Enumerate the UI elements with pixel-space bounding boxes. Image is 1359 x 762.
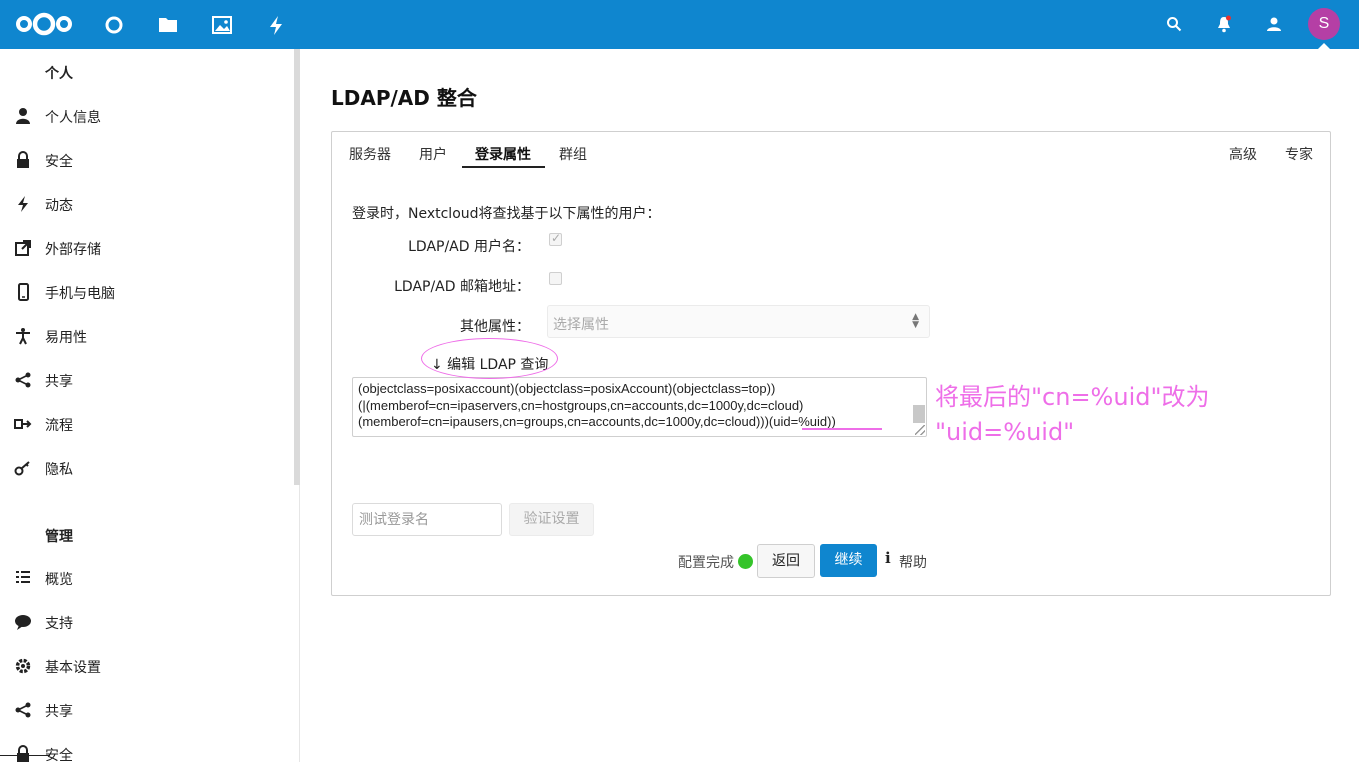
chat-icon bbox=[15, 615, 31, 630]
active-tab-indicator bbox=[462, 166, 545, 168]
sidebar-item-label: 共享 bbox=[45, 704, 73, 720]
tab-expert[interactable]: 专家 bbox=[1285, 144, 1313, 164]
lock-icon bbox=[17, 745, 29, 762]
activity-icon[interactable] bbox=[265, 14, 287, 36]
back-button[interactable]: 返回 bbox=[757, 544, 815, 578]
sidebar-item-label: 概览 bbox=[45, 572, 73, 588]
sidebar-item-label: 个人信息 bbox=[45, 110, 101, 126]
sidebar-item-devices[interactable]: 手机与电脑 bbox=[0, 273, 290, 313]
share-icon bbox=[15, 372, 31, 388]
sidebar-item-label: 隐私 bbox=[45, 462, 73, 478]
other-attributes-label: 其他属性： bbox=[460, 319, 530, 335]
photos-icon[interactable] bbox=[211, 14, 233, 36]
activity-icon bbox=[18, 196, 28, 212]
sidebar-item-flow[interactable]: 流程 bbox=[0, 405, 290, 445]
test-login-field[interactable] bbox=[352, 503, 502, 536]
sidebar-item-admin-security[interactable]: 安全 bbox=[0, 735, 290, 762]
annotation-text: "uid=%uid" bbox=[935, 418, 1075, 446]
status-text: 配置完成 bbox=[678, 555, 734, 571]
user-icon bbox=[16, 108, 30, 124]
sidebar-item-label: 外部存储 bbox=[45, 242, 101, 258]
sidebar-item-overview[interactable]: 概览 bbox=[0, 559, 290, 599]
flow-icon bbox=[14, 419, 32, 429]
contacts-icon[interactable] bbox=[1265, 16, 1283, 32]
sidebar-item-label: 动态 bbox=[45, 198, 73, 214]
page-title: LDAP/AD 整合 bbox=[331, 86, 477, 110]
sidebar-item-label: 易用性 bbox=[45, 330, 87, 346]
annotation-circle bbox=[421, 338, 558, 379]
sidebar-item-activity[interactable]: 动态 bbox=[0, 185, 290, 225]
tab-advanced[interactable]: 高级 bbox=[1229, 144, 1257, 164]
sidebar-item-label: 支持 bbox=[45, 616, 73, 632]
search-icon[interactable] bbox=[1166, 16, 1182, 32]
notifications-icon[interactable] bbox=[1216, 15, 1232, 33]
annotation-text: 将最后的"cn=%uid"改为 bbox=[935, 383, 1210, 411]
attribute-select[interactable]: 选择属性 ▲ ▼ bbox=[547, 305, 930, 338]
resize-handle-icon[interactable] bbox=[915, 425, 925, 435]
phone-icon bbox=[18, 283, 29, 301]
query-line: (memberof=cn=ipausers,cn=groups,cn=accou… bbox=[358, 414, 836, 429]
status-indicator-icon bbox=[738, 554, 753, 569]
test-login-input[interactable] bbox=[353, 504, 501, 535]
select-arrow-icon: ▲ ▼ bbox=[912, 312, 919, 330]
query-line: (|(memberof=cn=ipaservers,cn=hostgroups,… bbox=[358, 398, 804, 413]
external-link-icon bbox=[15, 240, 31, 256]
sidebar-item-support[interactable]: 支持 bbox=[0, 603, 290, 643]
nextcloud-logo[interactable] bbox=[14, 10, 74, 38]
select-placeholder: 选择属性 bbox=[553, 317, 609, 333]
dashboard-icon[interactable] bbox=[103, 14, 125, 36]
sidebar-item-privacy[interactable]: 隐私 bbox=[0, 449, 290, 489]
sidebar-item-label: 安全 bbox=[45, 154, 73, 170]
sidebar-item-label: 基本设置 bbox=[45, 660, 101, 676]
sidebar-item-admin-sharing[interactable]: 共享 bbox=[0, 691, 290, 731]
list-icon bbox=[16, 571, 30, 583]
sidebar-item-label: 安全 bbox=[45, 748, 73, 762]
tab-groups[interactable]: 群组 bbox=[559, 144, 587, 164]
sidebar-scrollbar[interactable] bbox=[294, 49, 300, 485]
query-line: (objectclass=posixaccount)(objectclass=p… bbox=[358, 381, 776, 396]
intro-text: 登录时，Nextcloud将查找基于以下属性的用户： bbox=[352, 206, 661, 222]
continue-button[interactable]: 继续 bbox=[820, 544, 877, 577]
tab-login-attributes[interactable]: 登录属性 bbox=[475, 144, 531, 164]
username-checkbox[interactable] bbox=[549, 231, 562, 246]
sidebar-item-basic-settings[interactable]: 基本设置 bbox=[0, 647, 290, 687]
sidebar-item-personal-info[interactable]: 个人信息 bbox=[0, 97, 290, 137]
sidebar-item-accessibility[interactable]: 易用性 bbox=[0, 317, 290, 357]
tab-server[interactable]: 服务器 bbox=[349, 144, 391, 164]
help-link[interactable]: 帮助 bbox=[899, 552, 927, 572]
sidebar-item-label: 手机与电脑 bbox=[45, 286, 115, 302]
key-icon bbox=[14, 461, 30, 476]
email-checkbox[interactable] bbox=[549, 272, 562, 285]
verify-settings-button[interactable]: 验证设置 bbox=[509, 503, 594, 536]
textarea-scrollbar[interactable] bbox=[913, 405, 925, 423]
files-icon[interactable] bbox=[157, 14, 179, 36]
info-icon[interactable]: i bbox=[885, 549, 891, 567]
sidebar-item-external-storage[interactable]: 外部存储 bbox=[0, 229, 290, 269]
lock-icon bbox=[17, 151, 29, 168]
sidebar-item-label: 流程 bbox=[45, 418, 73, 434]
sidebar-item-security[interactable]: 安全 bbox=[0, 141, 290, 181]
section-title-admin: 管理 bbox=[45, 529, 73, 545]
accessibility-icon bbox=[16, 328, 30, 345]
tab-users[interactable]: 用户 bbox=[419, 144, 447, 164]
sidebar-item-sharing[interactable]: 共享 bbox=[0, 361, 290, 401]
section-title-personal: 个人 bbox=[45, 66, 73, 82]
username-label: LDAP/AD 用户名： bbox=[408, 239, 530, 255]
gear-icon bbox=[15, 658, 31, 674]
user-avatar[interactable]: S bbox=[1308, 8, 1340, 40]
menu-caret-icon bbox=[1317, 43, 1331, 50]
settings-sidebar: 个人 个人信息 安全 动态 外部存储 手机与电脑 易用性 共享 流程 隐私 管理… bbox=[0, 49, 300, 762]
top-header: S bbox=[0, 0, 1359, 50]
divider bbox=[0, 755, 50, 756]
sidebar-item-label: 共享 bbox=[45, 374, 73, 390]
annotation-underline bbox=[802, 428, 882, 430]
share-icon bbox=[15, 702, 31, 718]
email-label: LDAP/AD 邮箱地址： bbox=[394, 279, 530, 295]
